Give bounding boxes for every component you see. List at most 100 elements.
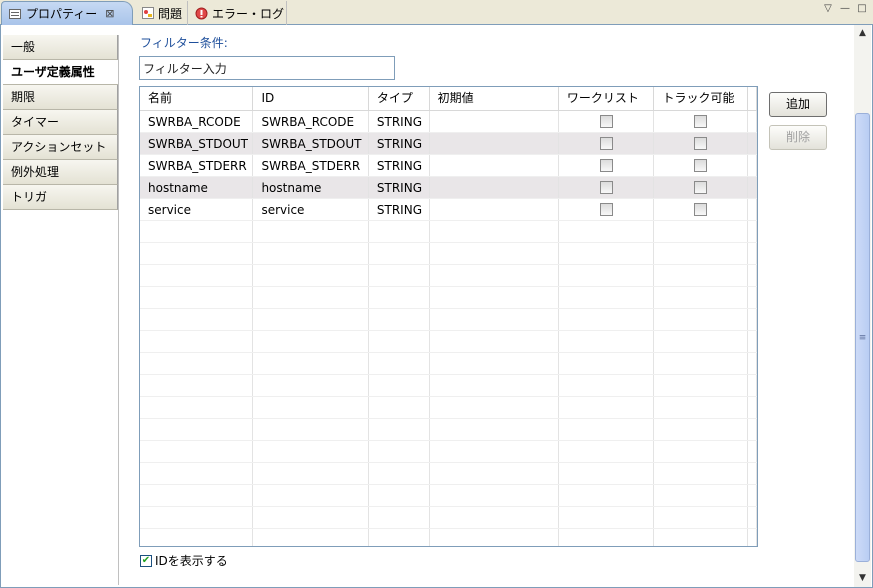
tab-properties[interactable]: プロパティー ⊠ [1, 1, 133, 25]
cell-type[interactable]: STRING [369, 133, 430, 154]
cell-trackable [654, 199, 748, 220]
column-header-worklist[interactable]: ワークリスト [559, 87, 655, 110]
cell-initial-value[interactable] [430, 133, 559, 154]
cell-name[interactable]: SWRBA_STDERR [140, 155, 254, 176]
empty-row [140, 243, 757, 265]
cell-trackable [654, 155, 748, 176]
table-row[interactable]: SWRBA_STDERR SWRBA_STDERR STRING [140, 155, 757, 177]
table-row[interactable]: SWRBA_RCODE SWRBA_RCODE STRING [140, 111, 757, 133]
column-header-id[interactable]: ID [253, 87, 369, 110]
category-deadline[interactable]: 期限 [3, 85, 118, 110]
view-tab-bar: プロパティー ⊠ 問題 エラー・ログ ▽ — □ [0, 0, 873, 25]
scroll-down-icon[interactable]: ▼ [854, 570, 871, 587]
tab-problems-label: 問題 [158, 6, 183, 21]
cell-worklist [559, 177, 655, 198]
table-row[interactable]: service service STRING [140, 199, 757, 221]
column-header-trackable[interactable]: トラック可能 [654, 87, 748, 110]
tab-problems[interactable]: 問題 [136, 1, 188, 25]
table-row[interactable]: SWRBA_STDOUT SWRBA_STDOUT STRING [140, 133, 757, 155]
empty-row [140, 507, 757, 529]
cell-id[interactable]: SWRBA_STDOUT [253, 133, 369, 154]
empty-row [140, 529, 757, 546]
cell-type[interactable]: STRING [369, 111, 430, 132]
cell-filler [748, 155, 757, 176]
scroll-thumb[interactable]: ≡ [855, 113, 870, 562]
column-header-type[interactable]: タイプ [369, 87, 430, 110]
trackable-checkbox[interactable] [694, 115, 708, 128]
scroll-up-icon[interactable]: ▲ [854, 25, 871, 42]
empty-row [140, 419, 757, 441]
problems-icon [142, 7, 154, 19]
category-timer[interactable]: タイマー [3, 110, 118, 135]
cell-id[interactable]: service [253, 199, 369, 220]
error-log-icon [195, 7, 208, 19]
cell-type[interactable]: STRING [369, 199, 430, 220]
trackable-checkbox[interactable] [694, 159, 708, 172]
properties-icon [8, 8, 22, 20]
empty-row [140, 375, 757, 397]
cell-worklist [559, 111, 655, 132]
view-controls: ▽ — □ [823, 3, 867, 14]
cell-filler [748, 177, 757, 198]
cell-id[interactable]: SWRBA_RCODE [253, 111, 369, 132]
add-button[interactable]: 追加 [769, 92, 827, 117]
table-header: 名前 ID タイプ 初期値 ワークリスト トラック可能 [140, 87, 757, 111]
empty-row [140, 331, 757, 353]
delete-button[interactable]: 削除 [769, 125, 827, 150]
category-user-attributes[interactable]: ユーザ定義属性 [3, 60, 118, 85]
cell-id[interactable]: SWRBA_STDERR [253, 155, 369, 176]
cell-initial-value[interactable] [430, 199, 559, 220]
trackable-checkbox[interactable] [694, 181, 708, 194]
cell-name[interactable]: service [140, 199, 254, 220]
empty-row [140, 441, 757, 463]
cell-trackable [654, 133, 748, 154]
empty-row [140, 485, 757, 507]
category-tabs: 一般 ユーザ定義属性 期限 タイマー アクションセット 例外処理 トリガ [3, 35, 119, 585]
cell-initial-value[interactable] [430, 177, 559, 198]
empty-row [140, 265, 757, 287]
cell-name[interactable]: hostname [140, 177, 254, 198]
empty-row [140, 309, 757, 331]
cell-initial-value[interactable] [430, 111, 559, 132]
worklist-checkbox[interactable] [599, 137, 613, 150]
vertical-scrollbar[interactable]: ▲ ≡ ▼ [854, 25, 871, 587]
empty-row [140, 287, 757, 309]
category-exception-handling[interactable]: 例外処理 [3, 160, 118, 185]
cell-type[interactable]: STRING [369, 155, 430, 176]
minimize-icon[interactable]: — [840, 3, 850, 14]
worklist-checkbox[interactable] [599, 115, 613, 128]
trackable-checkbox[interactable] [694, 203, 708, 216]
tab-error-log-label: エラー・ログ [212, 6, 285, 21]
cell-type[interactable]: STRING [369, 177, 430, 198]
close-tab-icon[interactable]: ⊠ [105, 7, 114, 20]
cell-name[interactable]: SWRBA_STDOUT [140, 133, 254, 154]
show-id-option[interactable]: ✔ IDを表示する [140, 552, 228, 569]
view-menu-icon[interactable]: ▽ [823, 3, 833, 14]
filter-input[interactable] [139, 56, 395, 80]
worklist-checkbox[interactable] [599, 181, 613, 194]
worklist-checkbox[interactable] [599, 159, 613, 172]
cell-id[interactable]: hostname [253, 177, 369, 198]
column-header-initial-value[interactable]: 初期値 [430, 87, 559, 110]
cell-filler [748, 133, 757, 154]
category-general[interactable]: 一般 [3, 35, 118, 60]
show-id-checkbox[interactable]: ✔ [140, 554, 152, 567]
cell-initial-value[interactable] [430, 155, 559, 176]
empty-row [140, 353, 757, 375]
tab-properties-label: プロパティー [26, 7, 98, 21]
cell-worklist [559, 155, 655, 176]
table-row[interactable]: hostname hostname STRING [140, 177, 757, 199]
category-action-set[interactable]: アクションセット [3, 135, 118, 160]
maximize-icon[interactable]: □ [857, 3, 867, 14]
tab-error-log[interactable]: エラー・ログ [189, 1, 287, 25]
cell-trackable [654, 111, 748, 132]
empty-row [140, 221, 757, 243]
properties-content: 一般 ユーザ定義属性 期限 タイマー アクションセット 例外処理 トリガ フィル… [0, 25, 873, 588]
attributes-table: 名前 ID タイプ 初期値 ワークリスト トラック可能 SWRBA_RCODE … [139, 86, 758, 547]
cell-trackable [654, 177, 748, 198]
worklist-checkbox[interactable] [599, 203, 613, 216]
cell-name[interactable]: SWRBA_RCODE [140, 111, 254, 132]
trackable-checkbox[interactable] [694, 137, 708, 150]
column-header-name[interactable]: 名前 [140, 87, 254, 110]
category-trigger[interactable]: トリガ [3, 185, 118, 210]
